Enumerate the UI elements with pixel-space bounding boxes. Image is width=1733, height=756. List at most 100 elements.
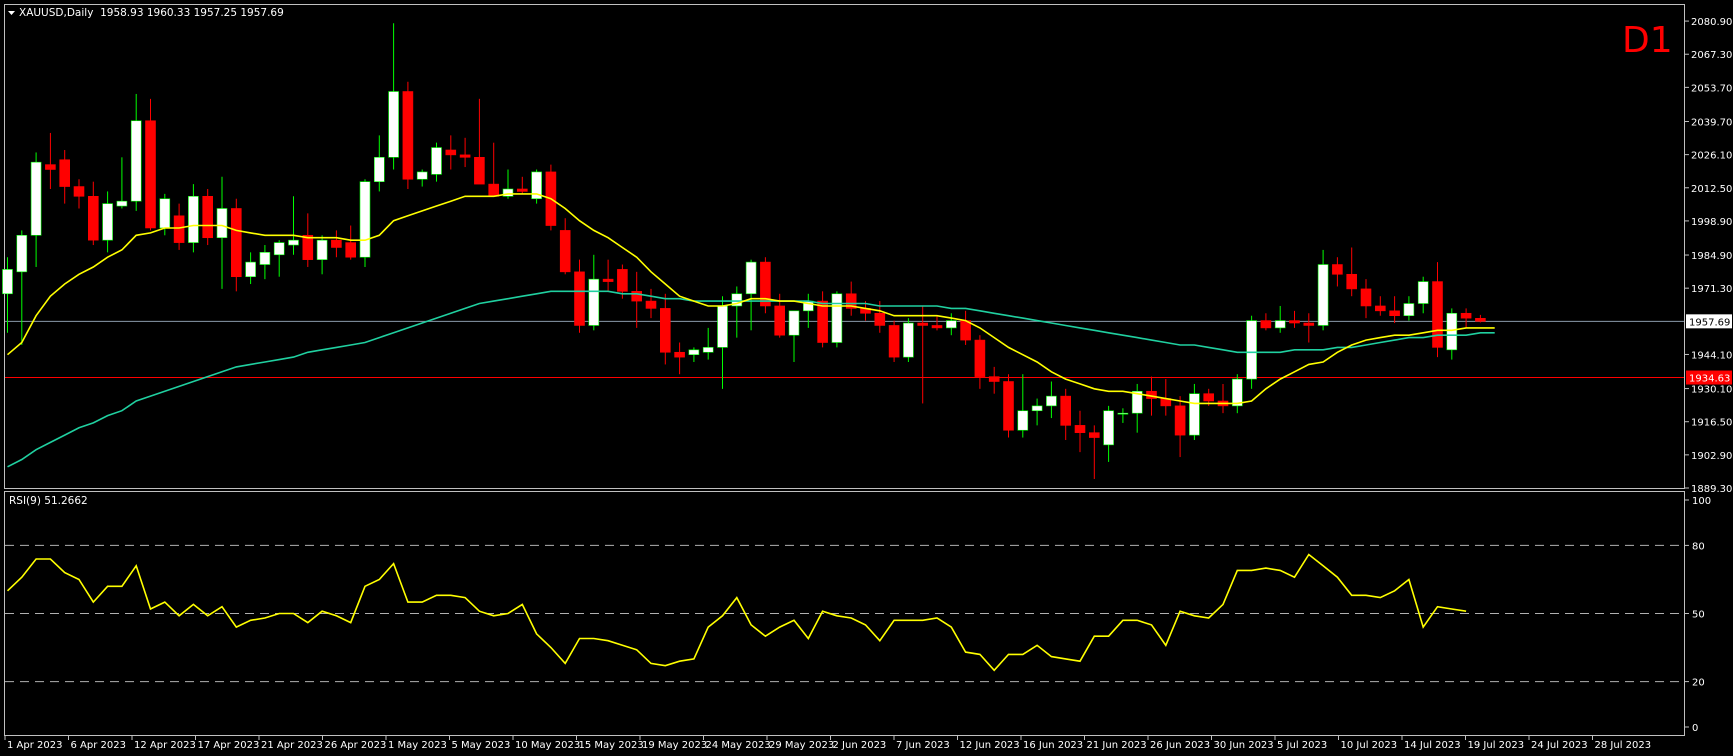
time-tick-label: 19 Jul 2023	[1468, 740, 1525, 751]
candle-body	[402, 91, 414, 180]
candle-body	[516, 188, 528, 192]
candle-body	[1189, 393, 1200, 436]
time-tick-label: 6 Apr 2023	[71, 740, 126, 751]
price-tick-label: 1889.30	[1691, 484, 1732, 495]
price-tick-label: 1984.90	[1691, 251, 1732, 262]
level-price-label: 1934.63	[1689, 374, 1730, 385]
candle-body	[145, 120, 156, 229]
price-panel-frame	[4, 4, 1685, 489]
candle-body	[745, 261, 757, 295]
candle-body	[459, 154, 471, 158]
candle-body	[1232, 378, 1243, 407]
time-tick-label: 12 Apr 2023	[134, 740, 196, 751]
rsi-tick-label: 20	[1692, 678, 1705, 689]
candle-body	[373, 157, 385, 182]
price-tick: 1916.50	[1684, 418, 1732, 429]
candle-body	[88, 195, 99, 241]
price-tick-label: 2026.10	[1691, 151, 1732, 162]
candle-body	[59, 159, 71, 187]
rsi-tick-label: 80	[1692, 541, 1705, 552]
candle-body	[1417, 281, 1429, 304]
candle-body	[574, 271, 585, 326]
price-tick: 1998.90	[1684, 217, 1732, 228]
current-price-label: 1957.69	[1689, 317, 1730, 328]
candle-body	[259, 252, 271, 265]
price-tick-label: 1902.90	[1691, 451, 1732, 462]
candle-body	[1246, 320, 1257, 380]
candle-body	[831, 293, 843, 343]
price-tick-label: 1944.10	[1691, 350, 1732, 361]
candle-body	[817, 300, 828, 343]
candle-body	[602, 278, 614, 282]
candle-body	[16, 234, 28, 273]
price-tick: 2026.10	[1684, 151, 1732, 162]
price-tick-label: 2080.90	[1691, 17, 1732, 28]
price-tick-label: 1916.50	[1691, 418, 1732, 429]
candle	[402, 81, 414, 189]
time-tick-label: 17 Apr 2023	[198, 740, 260, 751]
time-tick-label: 5 May 2023	[452, 740, 511, 751]
candle	[1003, 374, 1014, 438]
time-tick-label: 10 May 2023	[515, 740, 580, 751]
price-tick-label: 2053.70	[1691, 83, 1732, 94]
candle-body	[1046, 395, 1057, 407]
candle-body	[416, 171, 428, 180]
candle-body	[474, 157, 485, 185]
time-tick-label: 29 May 2023	[769, 740, 834, 751]
candle-body	[445, 149, 457, 156]
price-tick: 1902.90	[1684, 451, 1732, 462]
candle-body	[945, 320, 957, 329]
candle-body	[1389, 310, 1400, 317]
candle-body	[702, 347, 714, 353]
candle-body	[717, 305, 728, 348]
candle-body	[988, 376, 1000, 382]
price-tick-label: 1971.30	[1691, 284, 1732, 295]
time-tick-label: 28 Jul 2023	[1595, 740, 1652, 751]
candle-body	[1332, 264, 1343, 275]
candle-body	[974, 339, 986, 377]
candle-body	[1346, 273, 1357, 290]
candle-body	[617, 269, 628, 292]
candle-body	[388, 91, 399, 158]
time-axis: 1 Apr 2023 6 Apr 2023 12 Apr 2023 17 Apr 20…	[4, 735, 1652, 751]
candle-body	[1031, 405, 1043, 412]
timeframe-badge: D1	[1622, 20, 1673, 61]
candle-body	[1003, 381, 1014, 431]
price-tick: 1889.30	[1684, 484, 1732, 495]
candle	[888, 320, 900, 363]
time-tick-label: 19 May 2023	[642, 740, 707, 751]
rsi-label: RSI(9) 51.2662	[9, 495, 88, 507]
time-tick-label: 14 Jul 2023	[1404, 740, 1461, 751]
candle-body	[1074, 425, 1086, 433]
candle-body	[1017, 410, 1029, 431]
price-tick: 1930.10	[1684, 385, 1732, 396]
rsi-tick-label: 0	[1692, 723, 1698, 734]
candle-body	[288, 239, 299, 246]
candle-body	[588, 278, 600, 326]
candle-body	[1403, 303, 1415, 317]
candle-body	[931, 325, 943, 329]
time-tick-label: 16 Jun 2023	[1023, 740, 1083, 751]
candle-body	[73, 186, 85, 197]
candle-body	[903, 322, 914, 358]
price-tick-label: 1930.10	[1691, 385, 1732, 396]
symbol-info: XAUUSD,Daily 1958.93 1960.33 1957.25 195…	[19, 7, 284, 19]
candle-body	[874, 312, 886, 326]
candle-body	[1446, 312, 1458, 351]
time-tick-label: 24 May 2023	[706, 740, 771, 751]
time-tick-label: 26 Jun 2023	[1150, 740, 1210, 751]
candle-body	[1317, 264, 1329, 326]
candle-body	[302, 234, 314, 260]
time-tick-label: 1 May 2023	[388, 740, 447, 751]
candle-body	[1274, 320, 1286, 329]
candle-body	[431, 147, 442, 175]
candle-body	[30, 161, 42, 236]
candle-body	[202, 195, 213, 239]
candle-body	[1289, 320, 1300, 324]
candle-body	[788, 310, 800, 336]
candle	[903, 318, 914, 363]
candle-body	[273, 242, 285, 256]
time-tick-label: 10 Jul 2023	[1341, 740, 1398, 751]
candle-body	[1303, 322, 1315, 326]
time-tick-label: 26 Apr 2023	[325, 740, 387, 751]
